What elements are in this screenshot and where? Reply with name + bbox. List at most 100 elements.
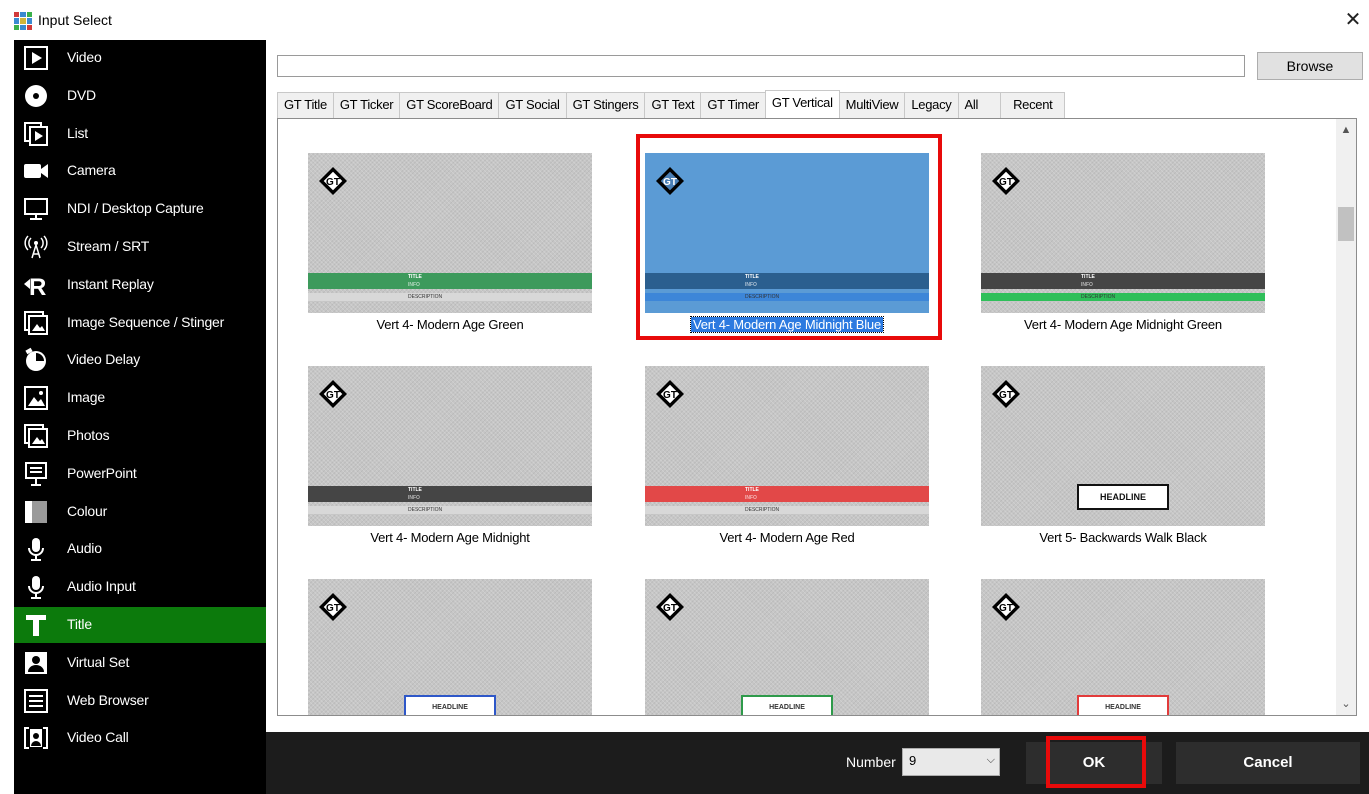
input-select-window: Input Select ✕ Video DVD List Camera NDI / D… <box>0 0 1369 794</box>
tab-multiview[interactable]: MultiView <box>838 92 906 118</box>
sidebar-item-camera[interactable]: Camera <box>14 153 266 189</box>
path-input[interactable] <box>277 55 1245 77</box>
template-label-text: Vert 4- Modern Age Midnight Green <box>1024 317 1222 332</box>
tab-gt-timer[interactable]: GT Timer <box>700 92 766 118</box>
sidebar-item-instant-replay[interactable]: R Instant Replay <box>14 267 266 303</box>
template-tile[interactable]: GT TITLE INFO DESCRIPTION Vert 4- Modern Age… <box>645 366 929 546</box>
tab-gt-stingers[interactable]: GT Stingers <box>565 92 646 118</box>
sidebar-item-label: Colour <box>67 502 108 519</box>
bar-info-text: INFO <box>408 495 420 501</box>
monitor-icon <box>22 195 50 223</box>
sidebar-item-stream-srt[interactable]: Stream / SRT <box>14 229 266 265</box>
template-tile[interactable]: GT HEADLINE <box>308 579 592 715</box>
cancel-button[interactable]: Cancel <box>1176 742 1360 784</box>
image-sequence-icon <box>22 309 50 337</box>
window-title: Input Select <box>38 12 112 28</box>
close-button[interactable]: ✕ <box>1341 10 1365 32</box>
timer-icon <box>22 346 50 374</box>
headline-graphic: HEADLINE <box>741 695 833 715</box>
sidebar-item-label: Instant Replay <box>67 275 154 292</box>
dvd-icon <box>22 82 50 110</box>
bar-info-text: INFO <box>745 495 757 501</box>
number-select[interactable]: 9 ⌵ <box>902 748 1000 776</box>
sidebar-item-label: PowerPoint <box>67 464 137 481</box>
scroll-thumb[interactable] <box>1338 207 1354 241</box>
tab-all[interactable]: All <box>957 92 1002 118</box>
sidebar-item-web-browser[interactable]: Web Browser <box>14 683 266 719</box>
tab-gt-title[interactable]: GT Title <box>277 92 334 118</box>
scroll-down-arrow-icon[interactable]: ⌄ <box>1336 695 1356 715</box>
sidebar-item-image-sequence-stinger[interactable]: Image Sequence / Stinger <box>14 305 266 341</box>
gt-logo-text: GT <box>326 390 340 401</box>
template-label-text: Vert 5- Backwards Walk Black <box>1039 530 1207 545</box>
gt-logo-text: GT <box>999 603 1013 614</box>
template-tile[interactable]: GT TITLE INFO DESCRIPTION Vert 4- Modern Age… <box>308 366 592 546</box>
template-label: Vert 5- Backwards Walk Black <box>981 530 1265 545</box>
template-label-text: Vert 4- Modern Age Green <box>376 317 524 332</box>
tab-gt-ticker[interactable]: GT Ticker <box>332 92 401 118</box>
sidebar-item-label: Video Delay <box>67 351 141 368</box>
sidebar-item-photos[interactable]: Photos <box>14 418 266 454</box>
template-tile[interactable]: GT TITLE INFO DESCRIPTION Vert 4- Modern Age… <box>308 153 592 333</box>
tab-recent[interactable]: Recent <box>1000 92 1066 118</box>
title-bar-graphic <box>308 273 592 289</box>
chevron-down-icon: ⌵ <box>986 754 995 766</box>
scroll-up-arrow-icon[interactable]: ▲ <box>1336 119 1356 139</box>
gt-logo-text: GT <box>999 390 1013 401</box>
sidebar-item-video-call[interactable]: Video Call <box>14 720 266 756</box>
template-category-tabs: GT Title GT Ticker GT ScoreBoard GT Social G… <box>277 90 1066 119</box>
template-thumbnail: GT HEADLINE <box>645 579 929 715</box>
sidebar-item-label: Title <box>67 616 92 632</box>
sidebar-item-colour[interactable]: Colour <box>14 494 266 530</box>
sidebar-item-label: Web Browser <box>67 691 149 708</box>
sidebar-item-powerpoint[interactable]: PowerPoint <box>14 456 266 492</box>
bar-info-text: INFO <box>408 282 420 288</box>
gt-logo-text: GT <box>663 390 677 401</box>
sidebar-item-dvd[interactable]: DVD <box>14 78 266 114</box>
gt-logo-text: GT <box>999 177 1013 188</box>
title-bar-graphic <box>645 486 929 502</box>
image-icon <box>22 384 50 412</box>
svg-text:R: R <box>29 274 46 298</box>
bar-description-text: DESCRIPTION <box>1081 294 1116 300</box>
gt-logo-icon: GT <box>319 380 347 408</box>
tab-gt-text[interactable]: GT Text <box>644 92 702 118</box>
browser-icon <box>22 687 50 715</box>
gt-logo-icon: GT <box>319 167 347 195</box>
sidebar-item-label: Audio <box>67 540 102 557</box>
presentation-icon <box>22 460 50 488</box>
title-bar-graphic <box>308 486 592 502</box>
sidebar-item-label: Photos <box>67 427 110 443</box>
sidebar-item-ndi-desktop-capture[interactable]: NDI / Desktop Capture <box>14 191 266 227</box>
browse-button[interactable]: Browse <box>1257 52 1363 80</box>
tab-gt-social[interactable]: GT Social <box>498 92 567 118</box>
vertical-scrollbar[interactable]: ▲ ⌄ <box>1336 119 1356 715</box>
template-tile[interactable]: GT HEADLINE Vert 5- Backwards Walk Black <box>981 366 1265 546</box>
tab-gt-scoreboard[interactable]: GT ScoreBoard <box>399 92 500 118</box>
video-icon <box>22 44 50 72</box>
bar-description-text: DESCRIPTION <box>408 294 443 300</box>
sidebar-item-virtual-set[interactable]: Virtual Set <box>14 645 266 681</box>
sidebar-item-video-delay[interactable]: Video Delay <box>14 342 266 378</box>
template-tile[interactable]: GT HEADLINE <box>645 579 929 715</box>
sidebar-item-audio[interactable]: Audio <box>14 531 266 567</box>
sidebar-item-image[interactable]: Image <box>14 380 266 416</box>
sidebar-item-audio-input[interactable]: Audio Input <box>14 569 266 605</box>
template-thumbnail: GT HEADLINE <box>981 366 1265 526</box>
template-label-text: Vert 4- Modern Age Red <box>719 530 855 545</box>
sidebar-item-list[interactable]: List <box>14 116 266 152</box>
title-bar-graphic <box>981 273 1265 289</box>
sidebar-item-label: Video <box>67 49 102 65</box>
bar-title-text: TITLE <box>745 487 759 493</box>
sidebar-item-title[interactable]: Title <box>14 607 266 643</box>
description-bar-graphic <box>645 506 929 514</box>
template-tile[interactable]: GT TITLE INFO DESCRIPTION Vert 4- Modern Age… <box>981 153 1265 333</box>
template-thumbnail: GT HEADLINE <box>308 579 592 715</box>
tab-gt-vertical[interactable]: GT Vertical <box>764 90 840 119</box>
gt-logo-icon: GT <box>319 593 347 621</box>
template-thumbnail: GT TITLE INFO DESCRIPTION <box>645 366 929 526</box>
gt-logo-icon: GT <box>992 167 1020 195</box>
sidebar-item-video[interactable]: Video <box>14 40 266 76</box>
template-tile[interactable]: GT HEADLINE <box>981 579 1265 715</box>
tab-legacy[interactable]: Legacy <box>904 92 959 118</box>
